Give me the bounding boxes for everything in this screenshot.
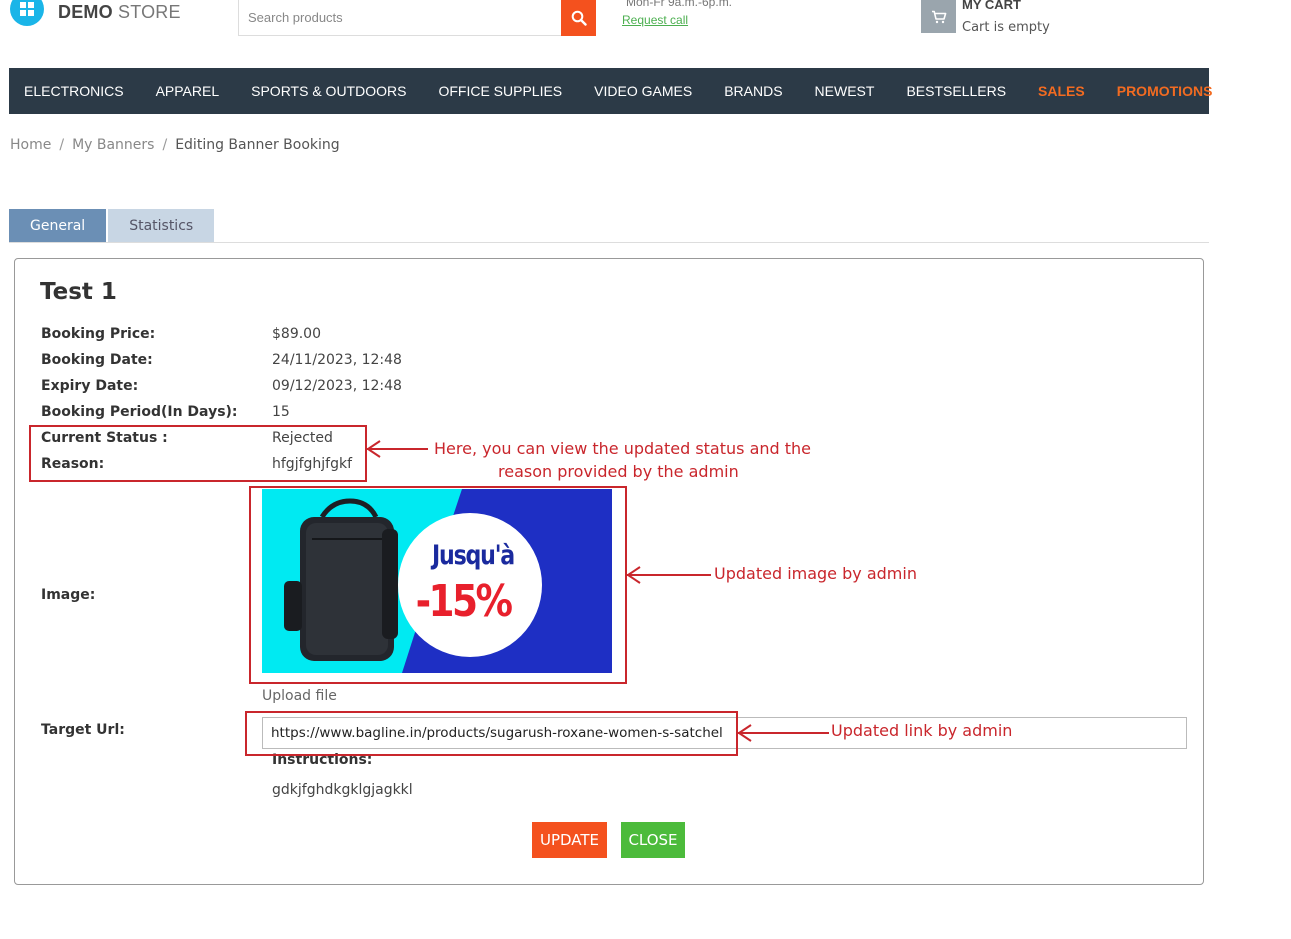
image-label: Image: xyxy=(41,587,96,603)
expiry-date-value: 09/12/2023, 12:48 xyxy=(272,378,402,394)
main-nav: ELECTRONICS APPAREL SPORTS & OUTDOORS OF… xyxy=(9,68,1212,114)
close-button[interactable]: CLOSE xyxy=(621,822,685,858)
cart-icon xyxy=(931,10,946,23)
target-url-label: Target Url: xyxy=(41,722,125,738)
store-logo[interactable]: DEMO STORE xyxy=(58,2,181,23)
nav-item-brands[interactable]: BRANDS xyxy=(724,83,782,99)
nav-item-newest[interactable]: NEWEST xyxy=(815,83,875,99)
tab-bar: General Statistics xyxy=(9,209,216,242)
booking-date-label: Booking Date: xyxy=(41,352,153,368)
nav-item-sales[interactable]: SALES xyxy=(1038,83,1085,99)
logo-icon[interactable] xyxy=(10,0,44,26)
booking-date-value: 24/11/2023, 12:48 xyxy=(272,352,402,368)
cart-button[interactable] xyxy=(921,0,956,33)
breadcrumb-separator: / xyxy=(59,137,65,153)
request-call-link[interactable]: Request call xyxy=(622,13,688,27)
booking-period-label: Booking Period(In Days): xyxy=(41,404,238,420)
breadcrumb-my-banners[interactable]: My Banners xyxy=(72,137,154,153)
nav-item-video-games[interactable]: VIDEO GAMES xyxy=(594,83,692,99)
business-hours: Mon-Fr 9a.m.-6p.m. xyxy=(626,0,733,9)
status-annotation-line1: Here, you can view the updated status an… xyxy=(434,439,812,458)
breadcrumb-current: Editing Banner Booking xyxy=(175,137,340,153)
breadcrumb-separator: / xyxy=(162,137,168,153)
booking-price-value: $89.00 xyxy=(272,326,321,342)
breadcrumb: Home / My Banners / Editing Banner Booki… xyxy=(10,137,340,153)
search-input[interactable] xyxy=(238,0,562,36)
image-annotation: Updated image by admin xyxy=(714,564,917,583)
cart-title[interactable]: MY CART xyxy=(962,0,1021,12)
expiry-date-label: Expiry Date: xyxy=(41,378,139,394)
link-annotation: Updated link by admin xyxy=(831,721,1013,740)
update-button[interactable]: UPDATE xyxy=(532,822,607,858)
booking-price-label: Booking Price: xyxy=(41,326,156,342)
logo-light-text: STORE xyxy=(118,2,181,22)
status-highlight-box xyxy=(29,425,367,482)
tab-general[interactable]: General xyxy=(9,209,107,242)
instructions-value: gdkjfghdkgklgjagkkl xyxy=(272,782,413,798)
image-highlight-box xyxy=(249,486,627,684)
app-grid-icon xyxy=(20,2,34,16)
booking-title: Test 1 xyxy=(40,279,117,305)
nav-item-electronics[interactable]: ELECTRONICS xyxy=(24,83,124,99)
tab-statistics[interactable]: Statistics xyxy=(108,209,215,242)
logo-bold-text: DEMO xyxy=(58,2,113,22)
breadcrumb-home[interactable]: Home xyxy=(10,137,51,153)
nav-item-sports-outdoors[interactable]: SPORTS & OUTDOORS xyxy=(251,83,406,99)
nav-item-bestsellers[interactable]: BESTSELLERS xyxy=(906,83,1006,99)
status-annotation-line2: reason provided by the admin xyxy=(498,462,739,481)
nav-item-office-supplies[interactable]: OFFICE SUPPLIES xyxy=(438,83,562,99)
search-icon xyxy=(571,10,587,26)
nav-item-apparel[interactable]: APPAREL xyxy=(156,83,220,99)
search-button[interactable] xyxy=(561,0,596,36)
cart-status: Cart is empty xyxy=(962,20,1050,35)
booking-period-value: 15 xyxy=(272,404,290,420)
tab-divider xyxy=(9,242,1209,243)
url-highlight-box xyxy=(245,711,738,756)
nav-item-promotions[interactable]: PROMOTIONS xyxy=(1117,83,1213,99)
upload-file-link[interactable]: Upload file xyxy=(262,688,337,704)
